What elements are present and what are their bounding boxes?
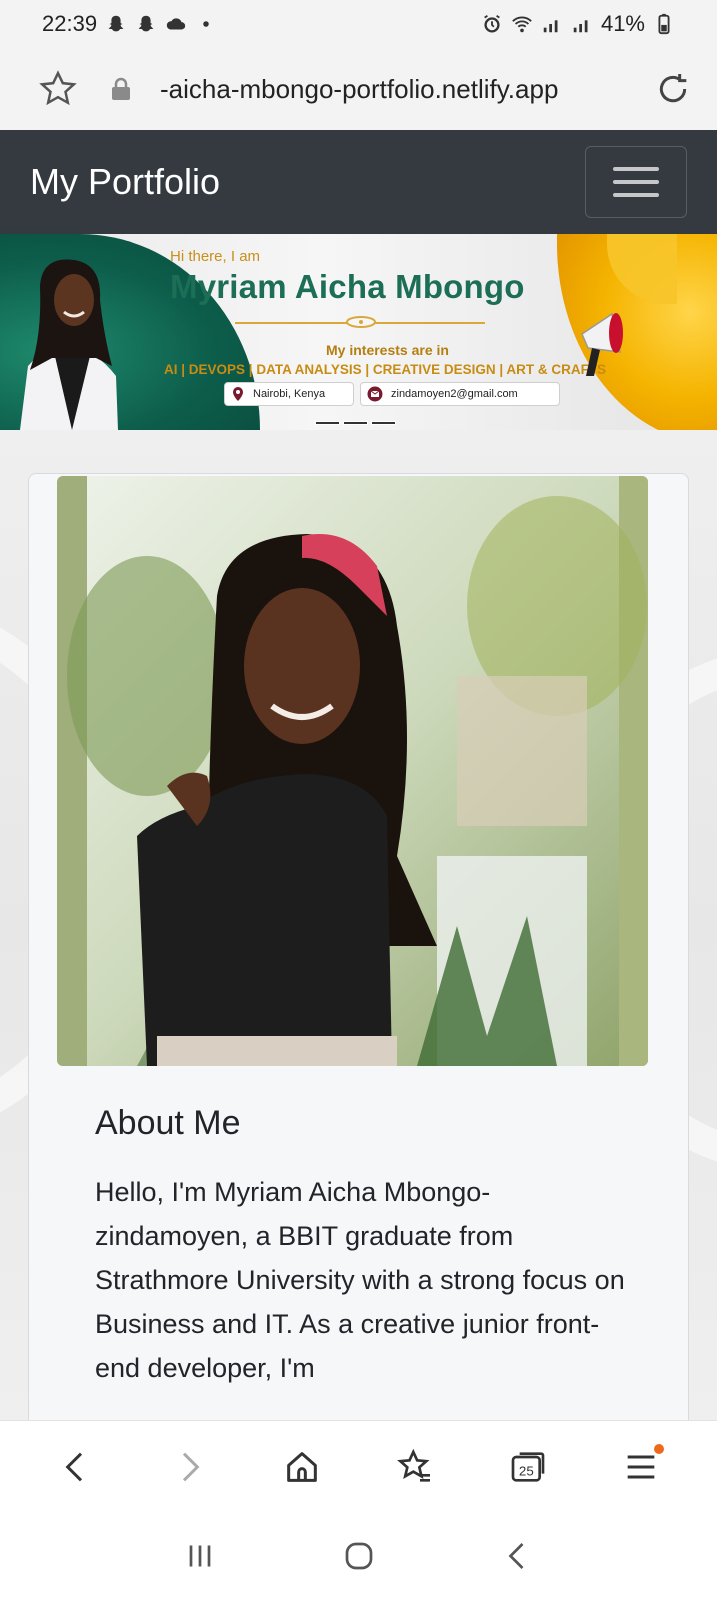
location-pin-icon bbox=[233, 387, 243, 401]
signal-icon bbox=[573, 20, 588, 33]
bookmarks-star-icon bbox=[397, 1448, 430, 1482]
browser-toolbar: 25 bbox=[0, 1420, 717, 1512]
banner-interests-label: My interests are in bbox=[326, 342, 449, 358]
carousel-indicators bbox=[315, 421, 396, 425]
system-back-icon[interactable] bbox=[500, 1538, 536, 1574]
carousel-indicator[interactable] bbox=[315, 421, 340, 425]
system-navigation-bar bbox=[0, 1512, 717, 1600]
status-bar: 22:39 41% bbox=[0, 0, 717, 48]
tabs-button[interactable]: 25 bbox=[503, 1442, 553, 1492]
cloud-icon bbox=[166, 18, 186, 30]
alarm-icon bbox=[484, 14, 500, 33]
banner-name: Myriam Aicha Mbongo bbox=[170, 268, 525, 305]
lock-icon bbox=[112, 77, 130, 100]
signal-icon bbox=[543, 20, 558, 33]
location-text: Nairobi, Kenya bbox=[253, 388, 326, 400]
email-text: zindamoyen2@gmail.com bbox=[391, 388, 518, 400]
battery-icon bbox=[658, 13, 670, 35]
recent-apps-icon[interactable] bbox=[182, 1538, 218, 1574]
address-bar: -aicha-mbongo-portfolio.netlify.app bbox=[0, 48, 717, 130]
battery-percent: 41% bbox=[600, 11, 645, 36]
menu-button[interactable] bbox=[616, 1442, 666, 1492]
about-title: About Me bbox=[95, 1104, 241, 1142]
back-arrow-icon bbox=[65, 1452, 83, 1481]
ornament-icon bbox=[346, 316, 376, 328]
navbar-brand[interactable]: My Portfolio bbox=[30, 161, 220, 203]
hamburger-line bbox=[613, 193, 659, 197]
banner-interests: AI | DEVOPS | DATA ANALYSIS | CREATIVE D… bbox=[164, 362, 607, 377]
forward-button[interactable] bbox=[164, 1442, 214, 1492]
snapchat-icon bbox=[108, 15, 124, 32]
home-button[interactable] bbox=[277, 1442, 327, 1492]
location-chip: Nairobi, Kenya bbox=[224, 382, 354, 406]
carousel-indicator[interactable] bbox=[343, 421, 368, 425]
banner-profile-photo bbox=[20, 259, 118, 430]
forward-arrow-icon bbox=[183, 1452, 200, 1481]
hamburger-line bbox=[613, 180, 659, 184]
reload-icon[interactable] bbox=[653, 69, 693, 109]
mail-icon bbox=[367, 386, 383, 402]
bookmarks-button[interactable] bbox=[390, 1442, 440, 1492]
about-text: Hello, I'm Myriam Aicha Mbongo-zindamoye… bbox=[95, 1177, 625, 1383]
megaphone-icon bbox=[581, 312, 623, 376]
site-navbar: My Portfolio bbox=[0, 130, 717, 234]
home-icon bbox=[287, 1451, 317, 1482]
hamburger-line bbox=[613, 167, 659, 171]
hero-banner: Hi there, I am Myriam Aicha Mbongo My in… bbox=[0, 234, 717, 430]
url-text[interactable]: -aicha-mbongo-portfolio.netlify.app bbox=[160, 74, 558, 105]
home-circle-icon[interactable] bbox=[341, 1538, 377, 1574]
profile-photo bbox=[57, 476, 648, 1066]
carousel-indicator[interactable] bbox=[371, 421, 396, 425]
dot-icon bbox=[203, 21, 209, 27]
email-chip: zindamoyen2@gmail.com bbox=[360, 382, 560, 406]
status-time: 22:39 bbox=[42, 11, 98, 36]
banner-greeting: Hi there, I am bbox=[170, 248, 261, 265]
notification-dot bbox=[653, 1443, 664, 1454]
tabs-count: 25 bbox=[519, 1463, 534, 1478]
snapchat-icon bbox=[138, 15, 154, 32]
tabs-icon: 25 bbox=[511, 1451, 545, 1482]
bookmark-star-icon[interactable] bbox=[38, 69, 78, 109]
navbar-toggler-button[interactable] bbox=[585, 146, 687, 218]
back-button[interactable] bbox=[51, 1442, 101, 1492]
content-section: About Me Hello, I'm Myriam Aicha Mbongo-… bbox=[0, 430, 717, 1420]
about-card: About Me Hello, I'm Myriam Aicha Mbongo-… bbox=[28, 473, 689, 1420]
wifi-icon bbox=[512, 16, 532, 33]
